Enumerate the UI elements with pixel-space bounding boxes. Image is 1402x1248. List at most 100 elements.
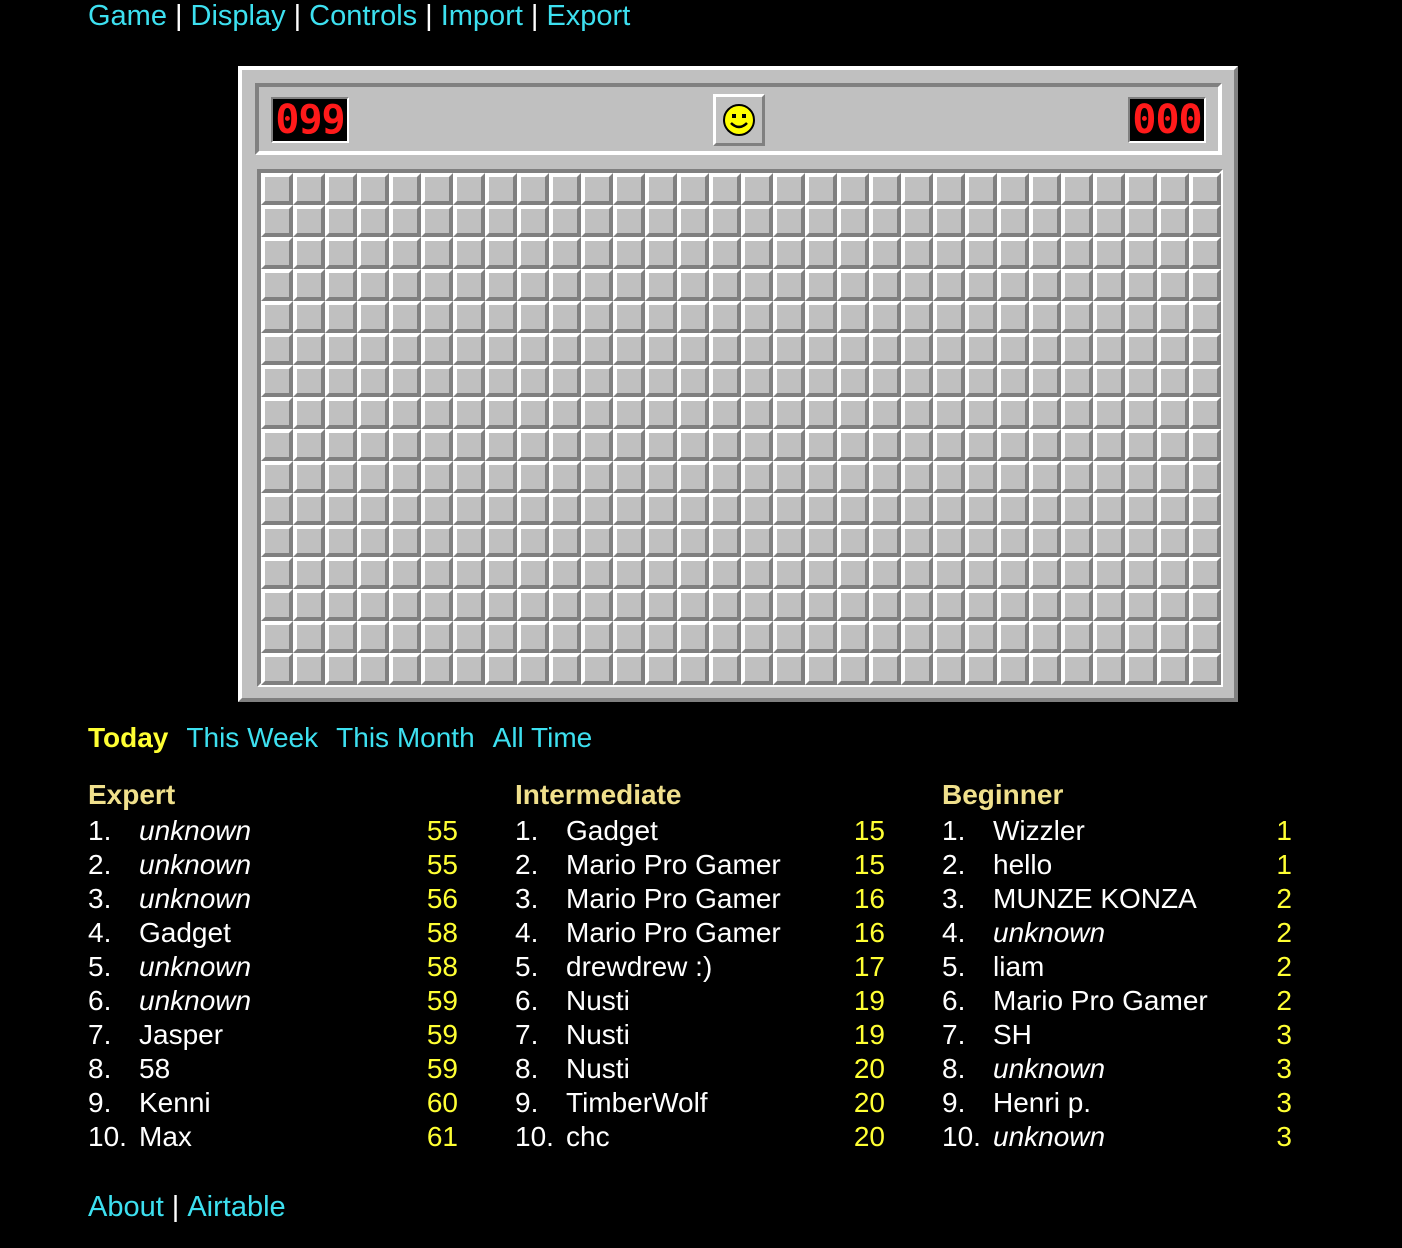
mine-cell[interactable] xyxy=(581,461,613,493)
mine-cell[interactable] xyxy=(549,205,581,237)
mine-cell[interactable] xyxy=(709,173,741,205)
mine-cell[interactable] xyxy=(357,557,389,589)
mine-cell[interactable] xyxy=(901,525,933,557)
mine-cell[interactable] xyxy=(869,493,901,525)
mine-cell[interactable] xyxy=(805,333,837,365)
mine-cell[interactable] xyxy=(1061,557,1093,589)
mine-cell[interactable] xyxy=(1157,461,1189,493)
mine-cell[interactable] xyxy=(293,621,325,653)
mine-cell[interactable] xyxy=(453,237,485,269)
mine-cell[interactable] xyxy=(581,301,613,333)
mine-cell[interactable] xyxy=(357,205,389,237)
mine-cell[interactable] xyxy=(613,237,645,269)
mine-cell[interactable] xyxy=(549,621,581,653)
mine-cell[interactable] xyxy=(517,205,549,237)
mine-cell[interactable] xyxy=(677,429,709,461)
mine-cell[interactable] xyxy=(453,621,485,653)
mine-cell[interactable] xyxy=(1061,461,1093,493)
mine-cell[interactable] xyxy=(1157,397,1189,429)
mine-cell[interactable] xyxy=(741,429,773,461)
mine-cell[interactable] xyxy=(261,493,293,525)
mine-cell[interactable] xyxy=(421,397,453,429)
mine-cell[interactable] xyxy=(901,461,933,493)
mine-cell[interactable] xyxy=(933,621,965,653)
mine-cell[interactable] xyxy=(1061,653,1093,685)
mine-cell[interactable] xyxy=(261,461,293,493)
mine-cell[interactable] xyxy=(357,173,389,205)
mine-cell[interactable] xyxy=(677,301,709,333)
mine-cell[interactable] xyxy=(1125,525,1157,557)
mine-cell[interactable] xyxy=(1029,237,1061,269)
mine-cell[interactable] xyxy=(677,461,709,493)
mine-cell[interactable] xyxy=(517,397,549,429)
mine-cell[interactable] xyxy=(741,397,773,429)
mine-cell[interactable] xyxy=(741,365,773,397)
mine-cell[interactable] xyxy=(645,621,677,653)
mine-cell[interactable] xyxy=(709,525,741,557)
mine-cell[interactable] xyxy=(901,493,933,525)
mine-cell[interactable] xyxy=(869,205,901,237)
mine-cell[interactable] xyxy=(261,365,293,397)
mine-cell[interactable] xyxy=(837,301,869,333)
mine-cell[interactable] xyxy=(1029,461,1061,493)
nav-display[interactable]: Display xyxy=(191,0,286,32)
mine-cell[interactable] xyxy=(517,653,549,685)
mine-cell[interactable] xyxy=(901,173,933,205)
mine-cell[interactable] xyxy=(485,301,517,333)
mine-cell[interactable] xyxy=(581,429,613,461)
mine-cell[interactable] xyxy=(613,269,645,301)
mine-cell[interactable] xyxy=(581,333,613,365)
mine-cell[interactable] xyxy=(325,525,357,557)
mine-cell[interactable] xyxy=(677,525,709,557)
mine-cell[interactable] xyxy=(709,205,741,237)
mine-cell[interactable] xyxy=(549,365,581,397)
mine-cell[interactable] xyxy=(1157,269,1189,301)
mine-cell[interactable] xyxy=(1125,461,1157,493)
mine-cell[interactable] xyxy=(677,269,709,301)
mine-cell[interactable] xyxy=(997,525,1029,557)
mine-cell[interactable] xyxy=(485,589,517,621)
mine-cell[interactable] xyxy=(997,557,1029,589)
mine-cell[interactable] xyxy=(709,333,741,365)
mine-cell[interactable] xyxy=(1061,173,1093,205)
mine-cell[interactable] xyxy=(1189,589,1221,621)
mine-cell[interactable] xyxy=(773,397,805,429)
mine-cell[interactable] xyxy=(741,557,773,589)
mine-cell[interactable] xyxy=(869,365,901,397)
mine-cell[interactable] xyxy=(677,333,709,365)
mine-cell[interactable] xyxy=(485,237,517,269)
mine-cell[interactable] xyxy=(933,493,965,525)
mine-cell[interactable] xyxy=(965,237,997,269)
mine-cell[interactable] xyxy=(997,237,1029,269)
mine-cell[interactable] xyxy=(485,525,517,557)
mine-cell[interactable] xyxy=(773,493,805,525)
mine-cell[interactable] xyxy=(965,461,997,493)
mine-cell[interactable] xyxy=(869,461,901,493)
mine-cell[interactable] xyxy=(901,653,933,685)
mine-cell[interactable] xyxy=(581,557,613,589)
mine-cell[interactable] xyxy=(837,621,869,653)
mine-cell[interactable] xyxy=(677,237,709,269)
mine-cell[interactable] xyxy=(869,397,901,429)
mine-cell[interactable] xyxy=(1125,333,1157,365)
mine-cell[interactable] xyxy=(517,429,549,461)
mine-cell[interactable] xyxy=(869,557,901,589)
mine-cell[interactable] xyxy=(293,237,325,269)
mine-cell[interactable] xyxy=(837,237,869,269)
mine-cell[interactable] xyxy=(1093,461,1125,493)
mine-cell[interactable] xyxy=(997,173,1029,205)
mine-cell[interactable] xyxy=(613,621,645,653)
mine-cell[interactable] xyxy=(741,589,773,621)
mine-cell[interactable] xyxy=(997,493,1029,525)
mine-cell[interactable] xyxy=(517,237,549,269)
mine-cell[interactable] xyxy=(261,525,293,557)
mine-cell[interactable] xyxy=(613,173,645,205)
mine-cell[interactable] xyxy=(773,301,805,333)
mine-cell[interactable] xyxy=(1093,557,1125,589)
mine-cell[interactable] xyxy=(1125,173,1157,205)
mine-cell[interactable] xyxy=(293,525,325,557)
mine-cell[interactable] xyxy=(965,301,997,333)
mine-cell[interactable] xyxy=(1093,269,1125,301)
mine-cell[interactable] xyxy=(997,269,1029,301)
mine-cell[interactable] xyxy=(677,621,709,653)
